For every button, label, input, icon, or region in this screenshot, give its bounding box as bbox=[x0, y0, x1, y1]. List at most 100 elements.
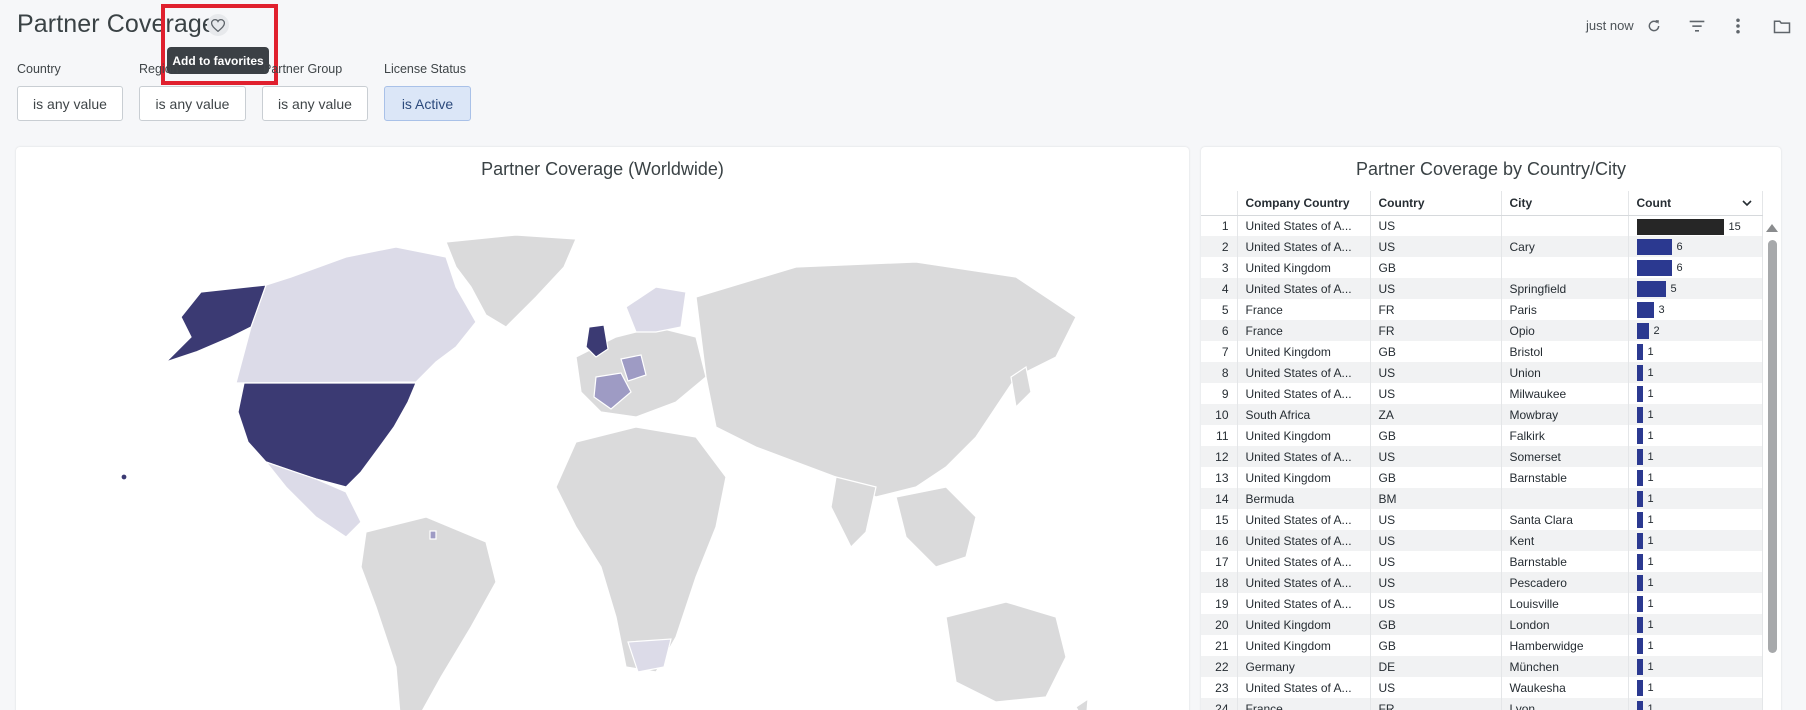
table-row[interactable]: 6 France FR Opio 2 bbox=[1201, 320, 1763, 341]
country-code-cell: DE bbox=[1370, 656, 1502, 677]
sort-chevron-down-icon[interactable] bbox=[1741, 200, 1752, 207]
map-region-usa bbox=[237, 382, 417, 488]
filter-label: Region bbox=[139, 62, 179, 76]
table-row[interactable]: 8 United States of A... US Union 1 bbox=[1201, 362, 1763, 383]
count-value: 1 bbox=[1647, 556, 1654, 568]
count-cell: 1 bbox=[1628, 551, 1763, 572]
more-options-button[interactable] bbox=[1727, 15, 1749, 37]
filter-value-button[interactable]: is any value bbox=[17, 86, 123, 121]
country-code-cell: US bbox=[1370, 446, 1502, 467]
table-row[interactable]: 7 United Kingdom GB Bristol 1 bbox=[1201, 341, 1763, 362]
city-cell: Cary bbox=[1501, 236, 1629, 257]
filter-value-button[interactable]: is any value bbox=[139, 86, 246, 121]
filters-button[interactable] bbox=[1686, 15, 1708, 37]
count-value: 2 bbox=[1653, 325, 1660, 337]
filter-label: Partner Group bbox=[263, 62, 343, 76]
table-row[interactable]: 5 France FR Paris 3 bbox=[1201, 299, 1763, 320]
row-index-cell: 15 bbox=[1201, 509, 1238, 530]
company-country-cell: United States of A... bbox=[1237, 236, 1371, 257]
company-country-cell: France bbox=[1237, 299, 1371, 320]
country-code-cell: US bbox=[1370, 215, 1502, 236]
table-row[interactable]: 2 United States of A... US Cary 6 bbox=[1201, 236, 1763, 257]
table-row[interactable]: 11 United Kingdom GB Falkirk 1 bbox=[1201, 425, 1763, 446]
row-index-cell: 3 bbox=[1201, 257, 1238, 278]
table-row[interactable]: 23 United States of A... US Waukesha 1 bbox=[1201, 677, 1763, 698]
scroll-up-arrow-icon[interactable] bbox=[1766, 224, 1778, 232]
table-row[interactable]: 14 Bermuda BM 1 bbox=[1201, 488, 1763, 509]
column-header-company-country[interactable]: Company Country bbox=[1237, 191, 1371, 216]
count-cell: 1 bbox=[1628, 467, 1763, 488]
country-code-cell: FR bbox=[1370, 320, 1502, 341]
city-cell bbox=[1501, 257, 1629, 278]
country-code-cell: GB bbox=[1370, 425, 1502, 446]
table-row[interactable]: 12 United States of A... US Somerset 1 bbox=[1201, 446, 1763, 467]
table-row[interactable]: 10 South Africa ZA Mowbray 1 bbox=[1201, 404, 1763, 425]
table-row[interactable]: 19 United States of A... US Louisville 1 bbox=[1201, 593, 1763, 614]
count-value: 1 bbox=[1647, 367, 1654, 379]
row-index-cell: 16 bbox=[1201, 530, 1238, 551]
table-row[interactable]: 17 United States of A... US Barnstable 1 bbox=[1201, 551, 1763, 572]
city-cell: Kent bbox=[1501, 530, 1629, 551]
count-value: 1 bbox=[1647, 535, 1654, 547]
row-index-cell: 11 bbox=[1201, 425, 1238, 446]
refresh-button[interactable] bbox=[1643, 15, 1665, 37]
count-cell: 1 bbox=[1628, 509, 1763, 530]
table-row[interactable]: 20 United Kingdom GB London 1 bbox=[1201, 614, 1763, 635]
column-header-count[interactable]: Count bbox=[1628, 191, 1763, 216]
world-map[interactable] bbox=[16, 187, 1189, 710]
table-title: Partner Coverage by Country/City bbox=[1355, 159, 1627, 179]
count-value: 1 bbox=[1647, 451, 1654, 463]
table-row[interactable]: 3 United Kingdom GB 6 bbox=[1201, 257, 1763, 278]
company-country-cell: United Kingdom bbox=[1237, 635, 1371, 656]
table-row[interactable]: 4 United States of A... US Springfield 5 bbox=[1201, 278, 1763, 299]
count-value: 1 bbox=[1647, 682, 1654, 694]
filter-region: Region is any value bbox=[139, 62, 246, 121]
count-bar bbox=[1636, 680, 1643, 696]
city-cell bbox=[1501, 215, 1629, 236]
table-row[interactable]: 21 United Kingdom GB Hamberwidge 1 bbox=[1201, 635, 1763, 656]
count-cell: 2 bbox=[1628, 320, 1763, 341]
count-bar bbox=[1636, 239, 1672, 255]
country-code-cell: US bbox=[1370, 383, 1502, 404]
city-cell: Santa Clara bbox=[1501, 509, 1629, 530]
count-bar bbox=[1636, 575, 1643, 591]
column-header-count-label: Count bbox=[1636, 195, 1672, 210]
map-region-india bbox=[830, 476, 877, 549]
count-cell: 1 bbox=[1628, 677, 1763, 698]
table-row[interactable]: 15 United States of A... US Santa Clara 1 bbox=[1201, 509, 1763, 530]
count-bar bbox=[1636, 449, 1643, 465]
map-region-scandinavia bbox=[625, 286, 687, 333]
table-row[interactable]: 22 Germany DE München 1 bbox=[1201, 656, 1763, 677]
column-header-city[interactable]: City bbox=[1501, 191, 1629, 216]
count-value: 1 bbox=[1647, 640, 1654, 652]
row-index-cell: 8 bbox=[1201, 362, 1238, 383]
row-index-cell: 4 bbox=[1201, 278, 1238, 299]
city-cell: Louisville bbox=[1501, 593, 1629, 614]
count-bar bbox=[1636, 617, 1643, 633]
table-row[interactable]: 24 France FR Lyon 1 bbox=[1201, 698, 1763, 710]
filter-value-button[interactable]: is Active bbox=[384, 86, 471, 121]
city-cell: Springfield bbox=[1501, 278, 1629, 299]
country-code-cell: US bbox=[1370, 236, 1502, 257]
count-cell: 3 bbox=[1628, 299, 1763, 320]
filter-icon bbox=[1689, 20, 1705, 32]
count-value: 3 bbox=[1658, 304, 1665, 316]
count-bar bbox=[1636, 638, 1643, 654]
table-row[interactable]: 16 United States of A... US Kent 1 bbox=[1201, 530, 1763, 551]
country-code-cell: GB bbox=[1370, 257, 1502, 278]
table-row[interactable]: 18 United States of A... US Pescadero 1 bbox=[1201, 572, 1763, 593]
company-country-cell: United Kingdom bbox=[1237, 425, 1371, 446]
count-value: 15 bbox=[1728, 220, 1741, 233]
table-row[interactable]: 13 United Kingdom GB Barnstable 1 bbox=[1201, 467, 1763, 488]
filter-value-button[interactable]: is any value bbox=[262, 86, 368, 121]
company-country-cell: South Africa bbox=[1237, 404, 1371, 425]
table-scrollbar[interactable] bbox=[1766, 220, 1778, 710]
company-country-cell: United States of A... bbox=[1237, 383, 1371, 404]
table-row[interactable]: 1 United States of A... US 15 bbox=[1201, 215, 1763, 236]
folder-button[interactable] bbox=[1771, 15, 1793, 37]
scroll-thumb[interactable] bbox=[1768, 240, 1777, 653]
column-header-country[interactable]: Country bbox=[1370, 191, 1502, 216]
count-cell: 1 bbox=[1628, 383, 1763, 404]
count-bar bbox=[1636, 701, 1643, 710]
table-row[interactable]: 9 United States of A... US Milwaukee 1 bbox=[1201, 383, 1763, 404]
